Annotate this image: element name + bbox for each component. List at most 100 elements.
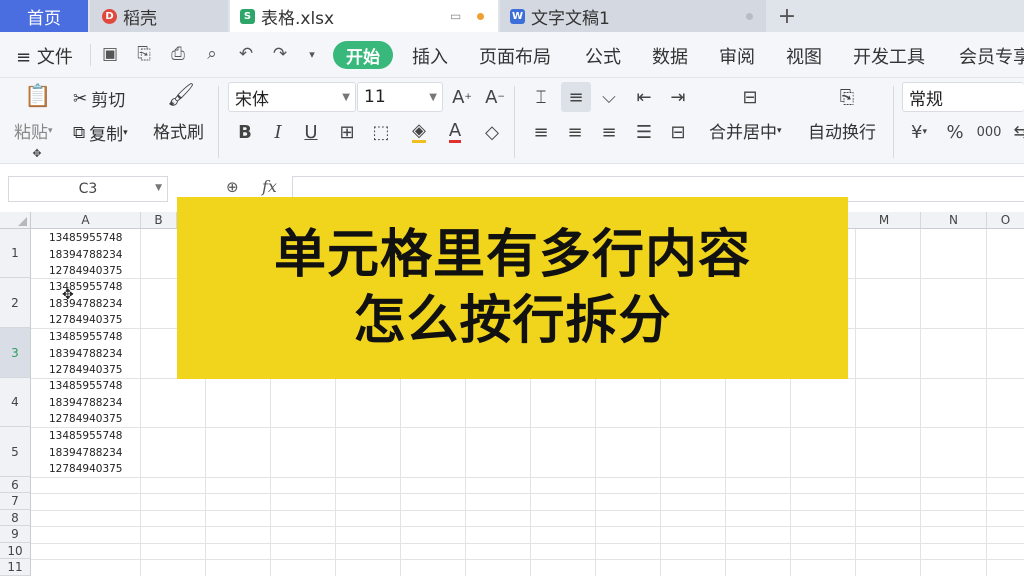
- print-preview-icon[interactable]: ⌕: [202, 44, 222, 64]
- italic-icon[interactable]: I: [265, 119, 291, 145]
- tab-document[interactable]: W 文字文稿1: [500, 0, 766, 32]
- fx-button[interactable]: fx: [262, 177, 277, 196]
- cell-line: 13485955748: [49, 380, 123, 392]
- menu-data[interactable]: 数据: [652, 43, 688, 69]
- menu-developer[interactable]: 开发工具: [853, 43, 925, 69]
- tab-bar: 首页 D 稻壳 S 表格.xlsx ▭ W 文字文稿1 +: [0, 0, 1024, 32]
- row-header-11[interactable]: 11: [0, 559, 31, 576]
- decimal-icon[interactable]: ⇆: [1008, 119, 1024, 145]
- row-header-8[interactable]: 8: [0, 510, 31, 526]
- chevron-down-icon: ▼: [155, 183, 162, 193]
- justify-icon[interactable]: ☰: [631, 119, 657, 145]
- menu-view[interactable]: 视图: [786, 43, 822, 69]
- column-header-o[interactable]: O: [987, 212, 1024, 229]
- column-header-a[interactable]: A: [31, 212, 141, 229]
- export-icon[interactable]: ⎘: [134, 44, 154, 64]
- column-header-m[interactable]: M: [848, 212, 921, 229]
- cell-line: 18394788234: [49, 347, 123, 360]
- percent-icon[interactable]: %: [942, 119, 968, 145]
- wrap-text-button[interactable]: 自动换行: [808, 118, 876, 143]
- decrease-font-icon[interactable]: A −: [482, 84, 508, 110]
- distributed-icon[interactable]: ⊟: [665, 119, 691, 145]
- name-box[interactable]: C3 ▼: [8, 176, 168, 202]
- hamburger-icon: ≡: [16, 47, 32, 68]
- tab-daoke[interactable]: D 稻壳: [90, 0, 228, 32]
- file-menu[interactable]: ≡ 文件: [16, 43, 73, 69]
- row-header-10[interactable]: 10: [0, 543, 31, 559]
- underline-icon[interactable]: U: [298, 119, 324, 145]
- row-header-2[interactable]: 2: [0, 278, 31, 328]
- triangle-icon: [18, 217, 27, 226]
- select-all-corner[interactable]: [0, 212, 31, 229]
- merge-center-button[interactable]: 合并居中 ▾: [709, 118, 782, 143]
- row-header-4[interactable]: 4: [0, 378, 31, 427]
- align-top-icon[interactable]: ⌶: [528, 84, 554, 110]
- cell-a4[interactable]: 13485955748 18394788234 12784940375: [49, 378, 123, 428]
- menu-insert[interactable]: 插入: [412, 43, 448, 69]
- grid-line: [855, 229, 856, 576]
- clipboard-icon[interactable]: 📋: [24, 82, 52, 110]
- menu-start[interactable]: 开始: [333, 41, 393, 69]
- zoom-icon[interactable]: ⊕: [226, 178, 239, 196]
- move-cursor-icon: ✥: [62, 287, 74, 303]
- border-icon[interactable]: ⊞: [334, 119, 360, 145]
- menu-start-label: 开始: [346, 47, 380, 68]
- fill-color-icon[interactable]: ◈: [406, 119, 432, 145]
- row-header-6[interactable]: 6: [0, 477, 31, 493]
- cell-a2[interactable]: 13485955748 18394788234 12784940375: [49, 279, 123, 329]
- menu-review[interactable]: 审阅: [719, 43, 755, 69]
- number-format-select[interactable]: 常规: [902, 82, 1024, 112]
- document-file-icon: W: [510, 8, 525, 24]
- thousands-separator-icon[interactable]: 000: [976, 119, 1002, 145]
- grid-line: [31, 493, 1024, 494]
- align-right-icon[interactable]: ≡: [596, 119, 622, 145]
- redo-icon[interactable]: ↷: [270, 44, 290, 64]
- row-header-1[interactable]: 1: [0, 229, 31, 278]
- grid-line: [31, 526, 1024, 527]
- copy-label: 复制: [89, 125, 124, 145]
- cell-a5[interactable]: 13485955748 18394788234 12784940375: [49, 428, 123, 478]
- align-middle-icon[interactable]: ≡: [561, 82, 591, 112]
- cell-line: 13485955748: [49, 430, 123, 442]
- cell-line: 18394788234: [49, 396, 123, 409]
- increase-font-icon[interactable]: A +: [449, 84, 475, 110]
- cut-label: 剪切: [91, 91, 126, 111]
- menu-member[interactable]: 会员专享: [959, 43, 1024, 69]
- align-center-icon[interactable]: ≡: [562, 119, 588, 145]
- save-icon[interactable]: ▣: [100, 44, 120, 64]
- copy-button[interactable]: ⧉ 复制 ▾: [73, 120, 128, 146]
- undo-icon[interactable]: ↶: [236, 44, 256, 64]
- cell-a3[interactable]: 13485955748 18394788234 12784940375: [49, 329, 123, 379]
- quick-access-dropdown-icon[interactable]: ▾: [302, 44, 322, 64]
- tab-spreadsheet[interactable]: S 表格.xlsx ▭: [230, 0, 498, 32]
- tab-home[interactable]: 首页: [0, 0, 88, 32]
- currency-icon[interactable]: ¥ ▾: [906, 119, 932, 145]
- fill-style-icon[interactable]: ⬚: [368, 119, 394, 145]
- format-painter-button[interactable]: 格式刷: [153, 118, 204, 143]
- row-header-7[interactable]: 7: [0, 493, 31, 510]
- column-header-n[interactable]: N: [921, 212, 987, 229]
- decrease-indent-icon[interactable]: ⇤: [631, 84, 657, 110]
- row-header-5[interactable]: 5: [0, 427, 31, 477]
- cell-a1[interactable]: 13485955748 18394788234 12784940375: [49, 230, 123, 280]
- divider: [514, 86, 515, 158]
- font-size-select[interactable]: 11 ▼: [357, 82, 443, 112]
- menu-page-layout[interactable]: 页面布局: [479, 43, 551, 69]
- font-name-select[interactable]: 宋体 ▼: [228, 82, 356, 112]
- row-header-3[interactable]: 3: [0, 328, 31, 378]
- screen-icon[interactable]: ▭: [450, 9, 461, 23]
- font-color-icon[interactable]: A: [442, 119, 468, 145]
- new-tab-button[interactable]: +: [772, 0, 802, 32]
- clear-format-icon[interactable]: ◇: [479, 119, 505, 145]
- menu-formulas[interactable]: 公式: [585, 43, 621, 69]
- cut-button[interactable]: ✂ 剪切: [73, 86, 126, 112]
- increase-indent-icon[interactable]: ⇥: [665, 84, 691, 110]
- print-icon[interactable]: ⎙: [168, 44, 188, 64]
- align-bottom-icon[interactable]: ⌵: [596, 84, 622, 110]
- row-header-9[interactable]: 9: [0, 526, 31, 543]
- column-header-b[interactable]: B: [141, 212, 177, 229]
- bold-icon[interactable]: B: [232, 119, 258, 145]
- divider: [218, 86, 219, 158]
- grid-line: [31, 559, 1024, 560]
- align-left-icon[interactable]: ≡: [528, 119, 554, 145]
